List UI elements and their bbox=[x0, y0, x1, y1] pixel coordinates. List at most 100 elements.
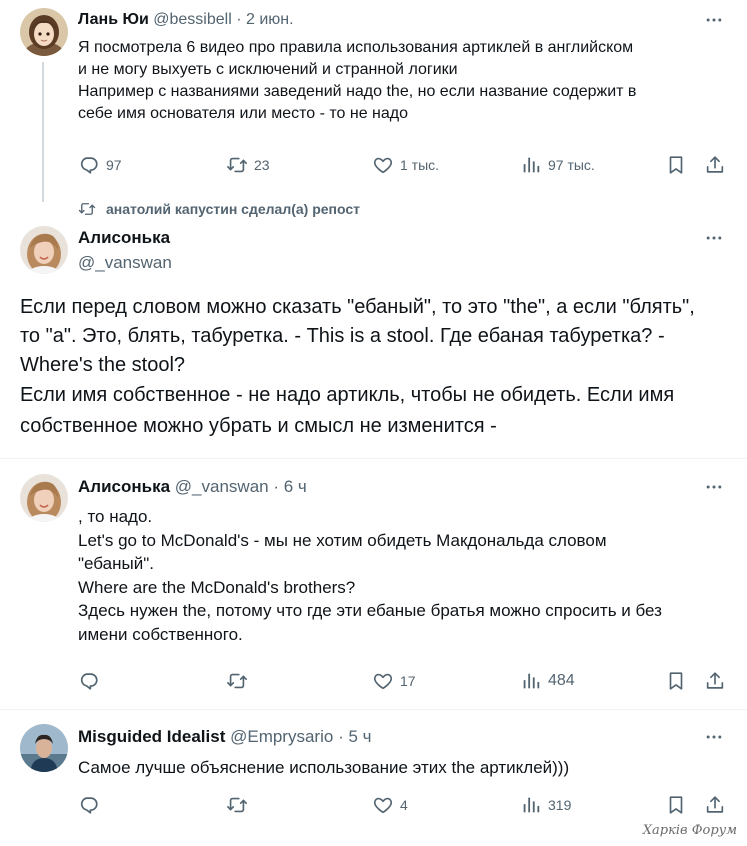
display-name[interactable]: Misguided Idealist bbox=[78, 727, 225, 746]
reply-icon bbox=[78, 794, 100, 816]
avatar[interactable] bbox=[20, 226, 68, 274]
like-button[interactable]: 17 bbox=[372, 668, 416, 694]
view-count: 319 bbox=[548, 797, 572, 813]
avatar-image-anime bbox=[20, 8, 68, 56]
tweet-text-line: Where are the McDonald's brothers? bbox=[78, 577, 356, 597]
like-count: 17 bbox=[400, 673, 416, 689]
display-name[interactable]: Алисонька bbox=[78, 477, 170, 496]
share-icon bbox=[704, 670, 726, 692]
avatar-image-photo bbox=[20, 474, 68, 522]
timestamp[interactable]: 2 июн. bbox=[246, 11, 294, 28]
reply-button[interactable]: 97 bbox=[78, 152, 122, 178]
reply-button[interactable] bbox=[78, 792, 100, 818]
bookmark-icon bbox=[665, 670, 687, 692]
views-button[interactable]: 484 bbox=[520, 668, 575, 694]
repost-banner-text: анатолий капустин сделал(а) репост bbox=[106, 201, 361, 217]
repost-icon bbox=[226, 794, 248, 816]
avatar-image-photo bbox=[20, 226, 68, 274]
timestamp[interactable]: 6 ч bbox=[284, 477, 307, 496]
share-button[interactable] bbox=[704, 152, 726, 178]
repost-icon bbox=[226, 670, 248, 692]
repost-button[interactable]: 23 bbox=[226, 152, 270, 178]
separator-dot: · bbox=[338, 727, 344, 746]
tweet-header: Misguided Idealist @Emprysario · 5 ч bbox=[78, 727, 372, 747]
more-options-button[interactable] bbox=[701, 477, 727, 497]
repost-icon bbox=[78, 200, 96, 218]
display-name[interactable]: Алисонька bbox=[78, 228, 170, 247]
more-horizontal-icon bbox=[704, 477, 724, 497]
tweet-header: Лань Юи @bessibell · 2 июн. bbox=[78, 10, 294, 30]
like-count: 4 bbox=[400, 797, 408, 813]
avatar[interactable] bbox=[20, 724, 68, 772]
more-horizontal-icon bbox=[704, 228, 724, 248]
tweet-text: Я посмотрела 6 видео про правила использ… bbox=[78, 37, 636, 125]
bookmark-button[interactable] bbox=[665, 152, 687, 178]
views-button[interactable]: 97 тыс. bbox=[520, 152, 595, 178]
tweet-text-line: Например с названиями заведений надо the… bbox=[78, 83, 637, 100]
thread-connector-line bbox=[42, 62, 44, 202]
tweet-text-line: то "a". Это, блять, табуретка. - This is… bbox=[20, 325, 665, 347]
reply-count: 97 bbox=[106, 157, 122, 173]
separator-dot: · bbox=[236, 11, 242, 28]
repost-button[interactable] bbox=[226, 792, 248, 818]
view-count: 484 bbox=[548, 672, 575, 689]
tweet-text: , то надо. Let's go to McDonald's - мы н… bbox=[78, 505, 662, 646]
tweet-text-line: Если имя собственное - не надо артикль, … bbox=[20, 384, 675, 406]
heart-icon bbox=[372, 154, 394, 176]
share-icon bbox=[704, 794, 726, 816]
share-button[interactable] bbox=[704, 792, 726, 818]
tweet-text-line: Я посмотрела 6 видео про правила использ… bbox=[78, 39, 634, 56]
repost-count: 23 bbox=[254, 157, 270, 173]
tweet-actions: 17 484 bbox=[0, 668, 747, 694]
tweet-text-line: себе имя основателя или место - то не на… bbox=[78, 105, 409, 122]
reply-icon bbox=[78, 154, 100, 176]
user-handle[interactable]: @_vanswan bbox=[175, 477, 269, 496]
timestamp[interactable]: 5 ч bbox=[348, 727, 371, 746]
reply-icon bbox=[78, 670, 100, 692]
more-options-button[interactable] bbox=[701, 228, 727, 248]
tweet-text: Если перед словом можно сказать "ебаный"… bbox=[20, 293, 695, 441]
heart-icon bbox=[372, 670, 394, 692]
repost-icon bbox=[226, 154, 248, 176]
tweet-text-line: имени собственного. bbox=[78, 624, 243, 644]
views-icon bbox=[520, 670, 542, 692]
reply-button[interactable] bbox=[78, 668, 100, 694]
more-options-button[interactable] bbox=[701, 727, 727, 747]
more-options-button[interactable] bbox=[701, 10, 727, 30]
share-button[interactable] bbox=[704, 668, 726, 694]
tweet-text-line: "ебаный". bbox=[78, 554, 154, 573]
share-icon bbox=[704, 154, 726, 176]
like-button[interactable]: 1 тыс. bbox=[372, 152, 439, 178]
bookmark-button[interactable] bbox=[665, 668, 687, 694]
user-handle[interactable]: @Emprysario bbox=[230, 727, 333, 746]
user-handle[interactable]: @_vanswan bbox=[78, 253, 172, 272]
display-name[interactable]: Лань Юи bbox=[78, 11, 149, 28]
views-button[interactable]: 319 bbox=[520, 792, 571, 818]
user-handle[interactable]: @bessibell bbox=[153, 11, 232, 28]
bookmark-icon bbox=[665, 794, 687, 816]
tweet-header: Алисонька bbox=[78, 228, 170, 248]
tweet-text-line: , то надо. bbox=[78, 507, 153, 526]
tweet-text: Самое лучше объяснение использование эти… bbox=[78, 756, 569, 779]
tweet-actions: 97 23 1 тыс. 97 тыс. bbox=[0, 152, 747, 178]
avatar[interactable] bbox=[20, 8, 68, 56]
tweet-header: Алисонька @_vanswan · 6 ч bbox=[78, 477, 307, 497]
bookmark-button[interactable] bbox=[665, 792, 687, 818]
tweet-text-line: собственное можно убрать и смысл не изме… bbox=[20, 415, 497, 437]
tweet-text-line: Самое лучше объяснение использование эти… bbox=[78, 758, 570, 777]
like-count: 1 тыс. bbox=[400, 157, 440, 173]
avatar[interactable] bbox=[20, 474, 68, 522]
tweet-actions: 4 319 bbox=[0, 792, 747, 818]
divider bbox=[0, 709, 747, 710]
tweet-text-line: Where's the stool? bbox=[20, 354, 186, 376]
bookmark-icon bbox=[665, 154, 687, 176]
repost-banner[interactable]: анатолий капустин сделал(а) репост bbox=[78, 200, 360, 218]
view-count: 97 тыс. bbox=[548, 157, 595, 173]
like-button[interactable]: 4 bbox=[372, 792, 408, 818]
tweet-text-line: Let's go to McDonald's - мы не хотим оби… bbox=[78, 530, 607, 550]
more-horizontal-icon bbox=[704, 727, 724, 747]
avatar-image-photo bbox=[20, 724, 68, 772]
divider bbox=[0, 458, 747, 459]
heart-icon bbox=[372, 794, 394, 816]
repost-button[interactable] bbox=[226, 668, 248, 694]
